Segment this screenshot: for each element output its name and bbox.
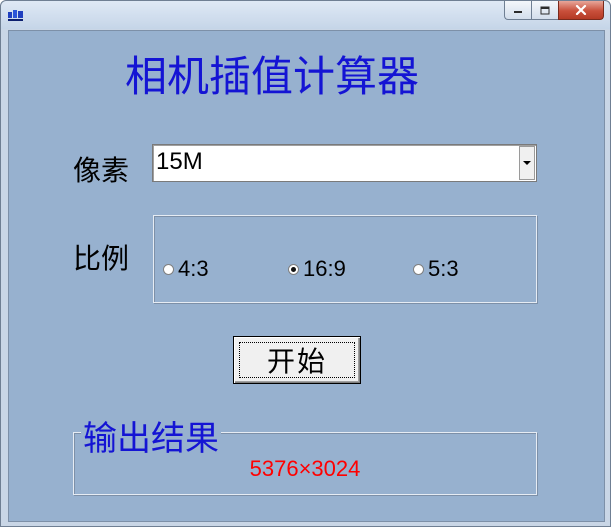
app-window-icon	[8, 10, 23, 21]
title-bar[interactable]	[1, 1, 610, 29]
ratio-option-label: 16:9	[303, 256, 346, 281]
chevron-down-icon	[523, 160, 531, 165]
close-button[interactable]	[558, 1, 604, 20]
pixels-selected-value: 15M	[156, 148, 203, 175]
result-value: 5376×3024	[249, 456, 361, 481]
pixels-select[interactable]: 15M	[152, 144, 537, 182]
ratio-option-label: 5:3	[428, 256, 459, 281]
client-area: 相机插值计算器 像素 15M 比例 4:3 16:9 5:3 开始 输出结果 5…	[8, 30, 605, 522]
ratio-option-16-9[interactable]: 16:9	[288, 256, 346, 281]
close-icon	[575, 5, 587, 15]
ratio-option-5-3[interactable]: 5:3	[413, 256, 459, 281]
radio-indicator[interactable]	[413, 263, 424, 275]
ratio-option-label: 4:3	[178, 256, 209, 281]
start-button[interactable]: 开始	[233, 336, 361, 384]
ratio-label: 比例	[73, 242, 130, 275]
app-title: 相机插值计算器	[125, 52, 420, 101]
radio-indicator[interactable]	[163, 263, 174, 275]
minimize-button[interactable]	[504, 1, 531, 20]
caption-buttons	[504, 1, 604, 21]
ratio-option-4-3[interactable]: 4:3	[163, 256, 209, 281]
maximize-icon	[540, 6, 550, 14]
radio-indicator-checked[interactable]	[288, 263, 299, 275]
pixels-dropdown-button[interactable]	[519, 146, 535, 180]
result-legend: 输出结果	[81, 411, 221, 460]
pixels-label: 像素	[73, 154, 130, 187]
minimize-icon	[514, 11, 522, 13]
start-button-label: 开始	[266, 345, 327, 378]
maximize-button[interactable]	[531, 1, 558, 20]
app-window: 相机插值计算器 像素 15M 比例 4:3 16:9 5:3 开始 输出结果 5…	[0, 0, 611, 527]
